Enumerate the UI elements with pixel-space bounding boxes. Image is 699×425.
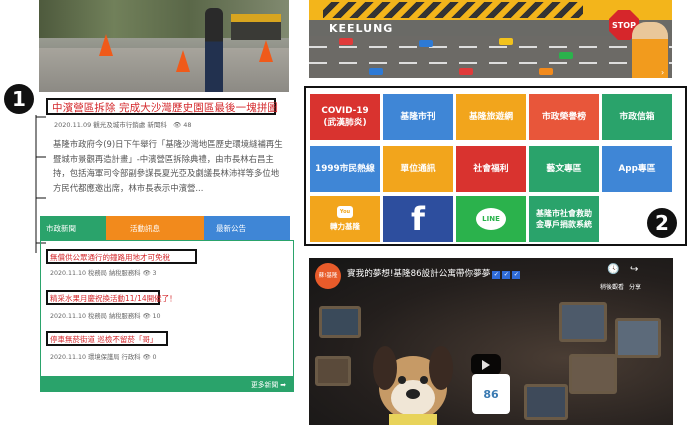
news-hero-photo[interactable] bbox=[39, 0, 289, 92]
tile-arts[interactable]: 藝文專區 bbox=[529, 146, 599, 192]
chevron-right-icon[interactable]: › bbox=[661, 68, 664, 77]
eye-icon: 👁 bbox=[172, 121, 182, 129]
news-item-title[interactable]: 精采水果月慶祝換活動11/14開催了！ bbox=[50, 293, 177, 304]
traffic-banner[interactable]: KEELUNG STOP › bbox=[309, 0, 672, 78]
tile-covid19[interactable]: COVID-19 (武漢肺炎) bbox=[310, 94, 380, 140]
tile-donation-system[interactable]: 基隆市社會救助金專戶捐款系統 bbox=[529, 196, 599, 242]
news-item-title[interactable]: 停車無菸街道 巡檢不留菸「哥」 bbox=[50, 334, 157, 345]
news-item-meta: 2020.11.10 稅務局 納稅服務科 👁 10 bbox=[50, 313, 161, 320]
more-news-button[interactable]: 更多新聞 ➡ bbox=[40, 376, 294, 392]
check-badge-icon: ✓ bbox=[502, 271, 511, 279]
person-graphic bbox=[205, 8, 223, 92]
play-icon[interactable] bbox=[471, 354, 501, 375]
house-logo: 86 bbox=[472, 374, 510, 414]
tile-honor-roll[interactable]: 市政榮譽榜 bbox=[529, 94, 599, 140]
line-icon: LINE bbox=[476, 208, 506, 230]
tile-city-journal[interactable]: 基隆市刊 bbox=[383, 94, 453, 140]
video-title[interactable]: 實我的夢想!基隆86設計公寓帶你夢夢 ✓ ✓ ✓ bbox=[347, 267, 521, 279]
share-icon[interactable]: ↪ bbox=[630, 264, 638, 275]
clock-icon[interactable]: 🕓 bbox=[607, 264, 619, 275]
check-badge-icon: ✓ bbox=[512, 271, 521, 279]
tile-facebook[interactable]: f bbox=[383, 196, 453, 242]
facebook-icon: f bbox=[411, 200, 425, 238]
tile-youtube[interactable]: You 轉力基隆 bbox=[310, 196, 380, 242]
youtube-icon: You bbox=[337, 205, 353, 218]
excavator-graphic bbox=[231, 14, 281, 40]
headline-views: 48 bbox=[183, 121, 192, 129]
headline-link[interactable]: 中濱營區拆除 完成大沙灣歷史園區最後一塊拼圖 bbox=[52, 100, 278, 115]
tab-city-news[interactable]: 市政新聞 bbox=[40, 216, 106, 240]
page: 中濱營區拆除 完成大沙灣歷史園區最後一塊拼圖 2020.11.09 觀光及城市行… bbox=[0, 0, 699, 425]
channel-avatar[interactable]: 蘇!基隆 bbox=[315, 263, 341, 289]
tile-tourism[interactable]: 基隆旅遊網 bbox=[456, 94, 526, 140]
tile-mailbox[interactable]: 市政信箱 bbox=[602, 94, 672, 140]
check-badge-icon: ✓ bbox=[492, 271, 501, 279]
tab-announcements[interactable]: 最新公告 bbox=[204, 216, 290, 240]
headline-summary: 基隆市政府今(9)日下午舉行「基隆沙灣地區歷史環境縫補再生暨城市景觀再造計畫」-… bbox=[53, 139, 283, 193]
tab-events[interactable]: 活動訊息 bbox=[106, 216, 204, 240]
annotation-marker-1: 1 bbox=[4, 84, 34, 114]
watch-later-label: 稍後觀看 bbox=[600, 284, 625, 291]
annotation-marker-2: 2 bbox=[647, 208, 677, 238]
tile-1999-hotline[interactable]: 1999市民熱線 bbox=[310, 146, 380, 192]
news-item-meta: 2020.11.10 環境保護局 行政科 👁 0 bbox=[50, 354, 157, 361]
tile-line[interactable]: LINE bbox=[456, 196, 526, 242]
banner-title: KEELUNG bbox=[329, 22, 394, 35]
dog-mascot-graphic bbox=[373, 346, 453, 425]
video-player[interactable]: 蘇!基隆 實我的夢想!基隆86設計公寓帶你夢夢 ✓ ✓ ✓ 🕓 稍後觀看 ↪ 分享 8… bbox=[309, 258, 673, 425]
news-item-meta: 2020.11.10 稅務局 納稅服務科 👁 3 bbox=[50, 270, 157, 277]
share-label: 分享 bbox=[629, 284, 642, 291]
tile-app[interactable]: App專區 bbox=[602, 146, 672, 192]
tile-social-welfare[interactable]: 社會福利 bbox=[456, 146, 526, 192]
tile-unit-directory[interactable]: 單位通訊 bbox=[383, 146, 453, 192]
news-tabs: 市政新聞 活動訊息 最新公告 bbox=[40, 216, 290, 240]
news-item-title[interactable]: 無償供公眾通行的鐘路用地才可免稅 bbox=[50, 252, 170, 263]
headline-meta: 2020.11.09 觀光及城市行銷處 新聞科 👁 48 bbox=[54, 121, 192, 129]
